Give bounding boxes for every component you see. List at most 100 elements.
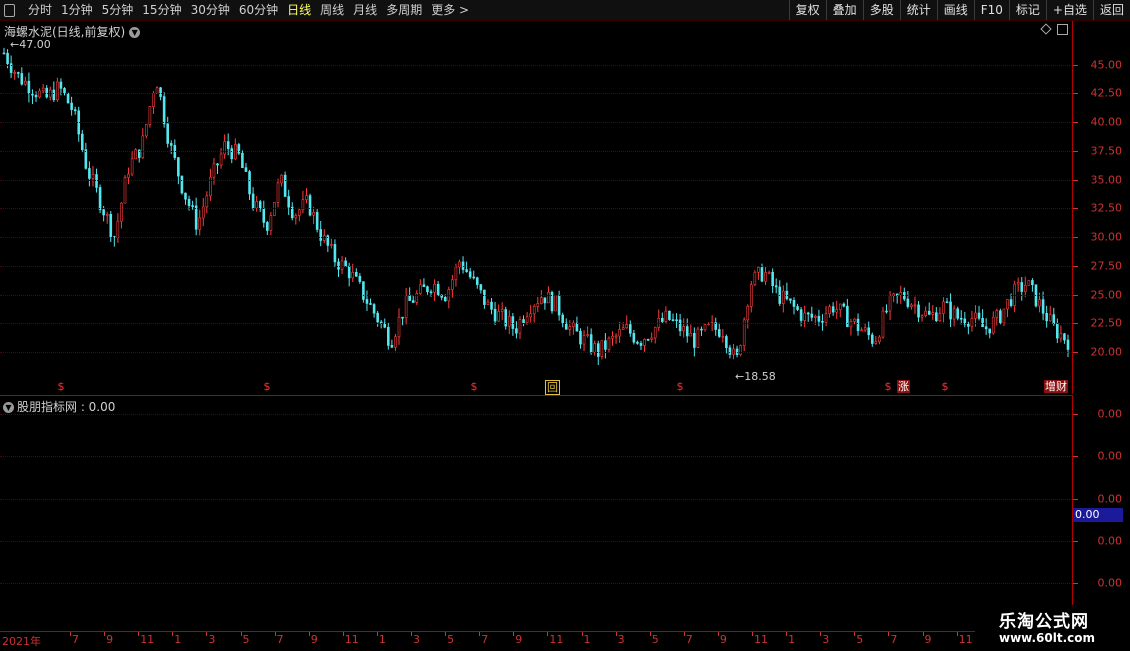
signal-marker[interactable]: $ [677, 380, 684, 393]
candle-body [632, 332, 636, 343]
candle-body [561, 314, 564, 324]
signal-marker[interactable]: $ [471, 380, 478, 393]
candle-body [109, 213, 113, 237]
signal-marker[interactable]: $ [58, 380, 65, 393]
zengcai-tag[interactable]: 增财 [1044, 380, 1068, 393]
candle-body [433, 283, 436, 293]
low-price-label: 18.58 [744, 370, 776, 383]
candle-body [913, 304, 917, 307]
candle-body [593, 343, 597, 353]
candle-body [1063, 333, 1066, 341]
candle-body [817, 315, 821, 322]
candle-body [283, 174, 287, 197]
candle-body [828, 306, 831, 314]
time-tick [240, 632, 242, 636]
candle-body [924, 310, 927, 316]
candle-body [806, 312, 810, 315]
candle-body [330, 244, 333, 246]
candle-body [515, 328, 518, 334]
candle-body [678, 319, 682, 332]
candle-body [248, 171, 251, 195]
watermark-url: www.60lt.com [999, 631, 1096, 645]
candle-body [411, 300, 415, 303]
candle-body [6, 52, 9, 64]
candle-body [853, 318, 856, 322]
candle-body [191, 205, 194, 207]
candle-body [483, 289, 486, 305]
candle-body [671, 319, 675, 321]
candle-body [251, 193, 255, 209]
candle-body [927, 310, 931, 315]
candle-body [643, 339, 646, 346]
candle-body [440, 295, 443, 298]
candle-body [575, 322, 579, 332]
candle-body [906, 298, 910, 307]
candle-body [387, 327, 390, 346]
candle-body [682, 326, 685, 332]
time-tick-label: 3 [617, 633, 625, 646]
candle-body [13, 72, 16, 74]
candle-body [582, 335, 586, 345]
candle-body [935, 312, 938, 322]
time-tick [308, 632, 310, 636]
zhang-tag[interactable]: 涨 [897, 380, 910, 393]
time-tick-label: 7 [685, 633, 693, 646]
candle-body [1066, 339, 1070, 350]
time-tick [342, 632, 344, 636]
candle-body [703, 324, 707, 331]
candle-body [1056, 323, 1059, 339]
candle-body [885, 310, 888, 313]
time-tick [581, 632, 583, 636]
candle-body [760, 267, 764, 282]
time-tick-label: 5 [856, 633, 864, 646]
candle-body [24, 80, 27, 85]
review-tag[interactable]: 回 [545, 380, 560, 395]
time-tick-label: 11 [958, 633, 973, 646]
candle-body [878, 336, 881, 343]
indicator-tick-label: 0.00 [1097, 576, 1123, 590]
candle-body [952, 308, 956, 320]
high-annotation: ←47.00 [10, 38, 51, 51]
time-tick [274, 632, 276, 636]
toolbar-button[interactable]: 返回 [1092, 0, 1130, 20]
candle-body [315, 212, 319, 230]
candle-body [991, 316, 995, 334]
candle-body [874, 341, 878, 344]
candle-body [397, 316, 401, 338]
candle-body [525, 316, 529, 324]
indicator-tick [1073, 499, 1078, 500]
candle-body [159, 87, 162, 97]
signal-marker[interactable]: $ [885, 380, 892, 393]
candle-body [362, 281, 365, 300]
candle-body [358, 275, 362, 282]
candle-body [443, 297, 447, 302]
chevron-down-icon[interactable]: ▼ [3, 402, 14, 413]
candle-body [810, 313, 814, 318]
time-tick [615, 632, 617, 636]
price-tick-label: 32.50 [1090, 201, 1123, 215]
candle-body [212, 163, 216, 178]
candle-body [1020, 282, 1024, 292]
candlestick-chart [2, 47, 1070, 366]
candle-body [184, 192, 187, 200]
time-tick [922, 632, 924, 636]
candle-body [130, 158, 134, 175]
signal-marker[interactable]: $ [942, 380, 949, 393]
time-tick-label: 11 [140, 633, 155, 646]
candle-body [198, 217, 202, 230]
candle-body [95, 174, 98, 188]
candle-body [451, 279, 454, 290]
candle-body [237, 144, 241, 154]
current-value-box: 0.00 [1073, 508, 1123, 522]
candle-body [579, 330, 582, 345]
time-tick [888, 632, 890, 636]
candle-body [475, 277, 479, 285]
signal-marker[interactable]: $ [264, 380, 271, 393]
price-tick-label: 42.50 [1090, 86, 1123, 100]
price-gridline [0, 237, 1072, 238]
price-tick [1073, 150, 1078, 152]
candle-body [959, 317, 963, 320]
candle-body [522, 319, 525, 324]
candle-body [920, 315, 924, 318]
candle-body [319, 229, 323, 241]
